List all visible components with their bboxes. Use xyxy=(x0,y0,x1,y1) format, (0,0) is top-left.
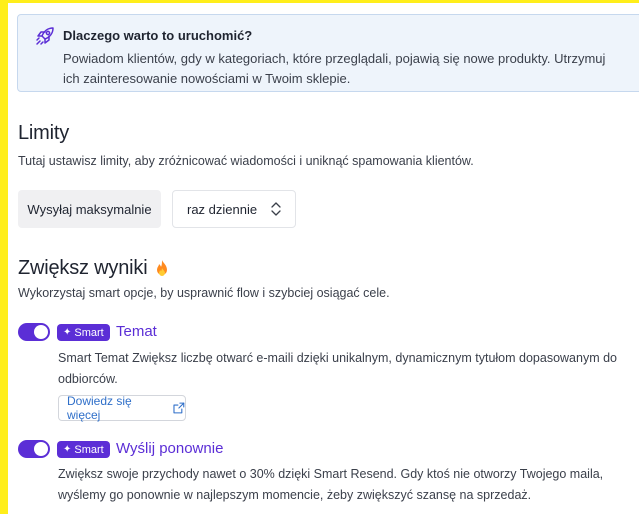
smart-subject-toggle[interactable] xyxy=(18,323,50,341)
learn-more-label: Dowiedz się więcej xyxy=(67,394,132,422)
smart-subject-description: Smart Temat Zwiększ liczbę otwarć e-mail… xyxy=(58,351,617,386)
sparkle-icon: ✦ xyxy=(63,327,72,338)
smart-resend-toggle[interactable] xyxy=(18,440,50,458)
highlight-border-left xyxy=(0,0,8,514)
info-callout: Dlaczego warto to uruchomić? Powiadom kl… xyxy=(17,14,639,92)
toggle-knob xyxy=(34,325,48,339)
limits-subtitle: Tutaj ustawisz limity, aby zróżnicować w… xyxy=(18,154,474,168)
sparkle-icon: ✦ xyxy=(63,444,72,455)
results-heading-text: Zwiększ wyniki xyxy=(18,257,148,279)
rocket-icon xyxy=(36,27,54,45)
info-title: Dlaczego warto to uruchomić? xyxy=(63,28,253,43)
frequency-select[interactable]: raz dziennie xyxy=(172,190,296,228)
frequency-value: raz dziennie xyxy=(187,201,258,217)
results-heading: Zwiększ wyniki xyxy=(18,257,170,280)
smart-resend-title: Wyślij ponownie xyxy=(116,440,224,457)
external-link-icon xyxy=(173,402,185,414)
learn-more-button[interactable]: Dowiedz się więcej xyxy=(58,394,186,422)
results-subtitle: Wykorzystaj smart opcje, by usprawnić fl… xyxy=(18,286,390,300)
smart-subject-title: Temat xyxy=(116,323,157,340)
fire-icon xyxy=(157,259,168,276)
smart-badge: ✦ Smart xyxy=(57,441,110,458)
toggle-knob xyxy=(34,442,48,456)
chevron-up-down-icon xyxy=(271,202,281,216)
smart-resend-description: Zwiększ swoje przychody nawet o 30% dzię… xyxy=(58,467,604,502)
smart-badge: ✦ Smart xyxy=(57,324,110,341)
limits-heading: Limity xyxy=(18,122,70,144)
send-max-button[interactable]: Wysyłaj maksymalnie xyxy=(18,190,161,228)
info-text: Powiadom klientów, gdy w kategoriach, kt… xyxy=(63,51,606,86)
highlight-border-top xyxy=(0,0,639,3)
smart-badge-label: Smart xyxy=(74,443,104,456)
smart-badge-label: Smart xyxy=(74,326,104,339)
